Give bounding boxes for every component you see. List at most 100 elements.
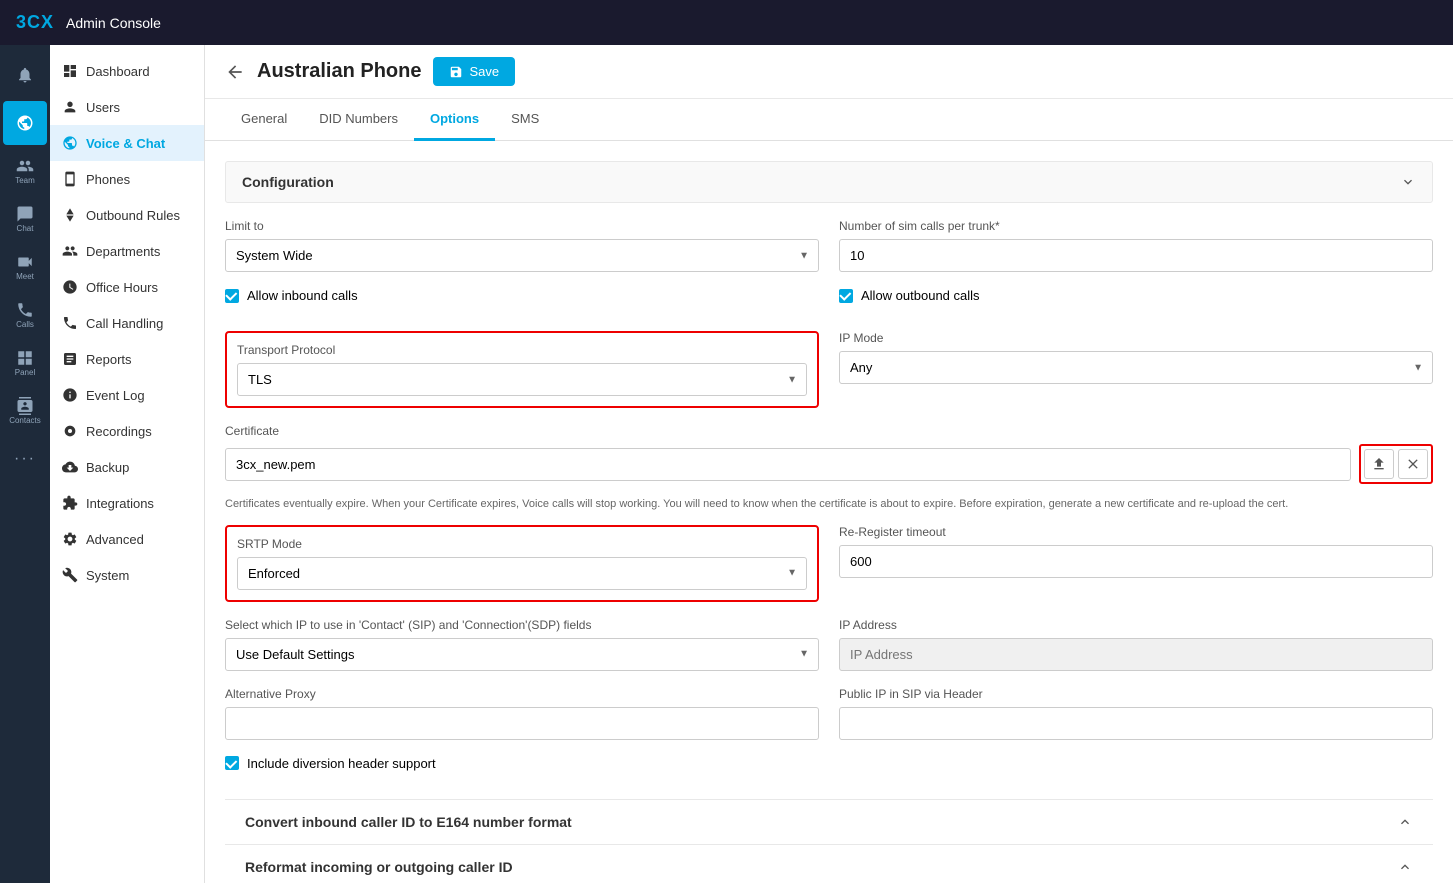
allow-outbound-checkbox[interactable] [839,289,853,303]
options-content: Configuration Limit to System Wide Speci… [205,141,1453,883]
allow-inbound-checkbox[interactable] [225,289,239,303]
re-register-label: Re-Register timeout [839,525,1433,539]
nav-team-label: Team [15,177,35,185]
nav-meet[interactable]: Meet [3,245,47,289]
sidebar-item-backup[interactable]: Backup [50,449,204,485]
sidebar-item-users[interactable]: Users [50,89,204,125]
re-register-input[interactable] [839,545,1433,578]
sidebar-item-dashboard-label: Dashboard [86,64,150,79]
convert-inbound-section[interactable]: Convert inbound caller ID to E164 number… [225,799,1433,844]
srtp-mode-group: SRTP Mode Disabled Enabled Enforced [225,525,819,602]
sidebar-item-outbound-label: Outbound Rules [86,208,180,223]
sidebar-item-system[interactable]: System [50,557,204,593]
sidebar-item-recordings[interactable]: Recordings [50,413,204,449]
convert-inbound-title: Convert inbound caller ID to E164 number… [245,814,572,830]
nav-panel-label: Panel [15,369,35,377]
sidebar-item-event-log[interactable]: Event Log [50,377,204,413]
nav-contacts-label: Contacts [9,417,41,425]
allow-inbound-row: Allow inbound calls [225,288,819,303]
ip-mode-select[interactable]: Any IPv4 IPv6 [839,351,1433,384]
sidebar-item-office-hours[interactable]: Office Hours [50,269,204,305]
sidebar-item-departments-label: Departments [86,244,160,259]
allow-outbound-label: Allow outbound calls [861,288,980,303]
ip-address-input[interactable] [839,638,1433,671]
sidebar-item-advanced[interactable]: Advanced [50,521,204,557]
sidebar-item-call-handling[interactable]: Call Handling [50,305,204,341]
certificate-label: Certificate [225,424,1433,438]
form-row-proxy: Alternative Proxy Public IP in SIP via H… [225,687,1433,740]
nav-calls-label: Calls [16,321,34,329]
sidebar-item-phones[interactable]: Phones [50,161,204,197]
include-diversion-checkbox[interactable] [225,756,239,770]
limit-to-label: Limit to [225,219,819,233]
nav-bell[interactable] [3,53,47,97]
alt-proxy-group: Alternative Proxy [225,687,819,740]
include-diversion-label: Include diversion header support [247,756,436,771]
ip-address-group: IP Address [839,618,1433,671]
nav-globe[interactable] [3,101,47,145]
nav-team[interactable]: Team [3,149,47,193]
sidebar-item-reports[interactable]: Reports [50,341,204,377]
configuration-title: Configuration [242,174,334,190]
nav-more[interactable]: ··· [3,437,47,481]
nav-contacts[interactable]: Contacts [3,389,47,433]
allow-outbound-row: Allow outbound calls [839,288,1433,303]
certificate-row [225,444,1433,484]
transport-select-wrapper: UDP TCP TLS TLS and SRTP [237,363,807,396]
sidebar-item-departments[interactable]: Departments [50,233,204,269]
transport-protocol-select[interactable]: UDP TCP TLS TLS and SRTP [237,363,807,396]
save-button[interactable]: Save [433,57,515,86]
tab-did-numbers[interactable]: DID Numbers [303,99,414,141]
ip-mode-select-wrapper: Any IPv4 IPv6 [839,351,1433,384]
alt-proxy-input[interactable] [225,707,819,740]
ip-mode-label: IP Mode [839,331,1433,345]
nav-calls[interactable]: Calls [3,293,47,337]
save-label: Save [469,64,499,79]
certificate-buttons [1359,444,1433,484]
nav-chat-label: Chat [17,225,34,233]
limit-to-select[interactable]: System Wide Specific Extensions Extensio… [225,239,819,272]
reformat-caller-section[interactable]: Reformat incoming or outgoing caller ID [225,844,1433,883]
sidebar-item-system-label: System [86,568,129,583]
alt-proxy-label: Alternative Proxy [225,687,819,701]
include-diversion-row: Include diversion header support [225,756,1433,771]
sidebar-item-outbound-rules[interactable]: Outbound Rules [50,197,204,233]
sidebar-item-integrations[interactable]: Integrations [50,485,204,521]
sidebar-item-advanced-label: Advanced [86,532,144,547]
sidebar-item-dashboard[interactable]: Dashboard [50,53,204,89]
checkboxes-row: Allow inbound calls Allow outbound calls [225,288,1433,315]
certificate-group: Certificate Certificates eventually expi… [225,424,1433,513]
logo: 3CX [16,12,54,33]
tab-general[interactable]: General [225,99,303,141]
srtp-mode-label: SRTP Mode [237,537,807,551]
nav-panel[interactable]: Panel [3,341,47,385]
ip-mode-group: IP Mode Any IPv4 IPv6 [839,331,1433,408]
tab-options[interactable]: Options [414,99,495,141]
select-ip-select[interactable]: Use Default Settings Local IP External I… [225,638,819,671]
reformat-caller-title: Reformat incoming or outgoing caller ID [245,859,513,875]
sidebar-item-backup-label: Backup [86,460,129,475]
select-ip-label: Select which IP to use in 'Contact' (SIP… [225,618,819,632]
form-row-srtp: SRTP Mode Disabled Enabled Enforced Re-R… [225,525,1433,602]
srtp-select-wrapper: Disabled Enabled Enforced [237,557,807,590]
certificate-input[interactable] [225,448,1351,481]
cert-note: Certificates eventually expire. When you… [225,496,1433,513]
select-ip-group: Select which IP to use in 'Contact' (SIP… [225,618,819,671]
nav-meet-label: Meet [16,273,34,281]
form-row-1: Limit to System Wide Specific Extensions… [225,219,1433,272]
tab-bar: General DID Numbers Options SMS [205,99,1453,141]
sidebar-item-reports-label: Reports [86,352,132,367]
nav-chat[interactable]: Chat [3,197,47,241]
sim-calls-label: Number of sim calls per trunk* [839,219,1433,233]
clear-cert-button[interactable] [1398,449,1428,479]
configuration-section-header[interactable]: Configuration [225,161,1433,203]
sidebar-item-voice-chat[interactable]: Voice & Chat [50,125,204,161]
tab-sms[interactable]: SMS [495,99,555,141]
transport-label: Transport Protocol [237,343,807,357]
back-button[interactable] [225,62,245,82]
upload-cert-button[interactable] [1364,449,1394,479]
topbar: 3CX Admin Console [0,0,1453,45]
public-ip-input[interactable] [839,707,1433,740]
sim-calls-input[interactable] [839,239,1433,272]
srtp-mode-select[interactable]: Disabled Enabled Enforced [237,557,807,590]
